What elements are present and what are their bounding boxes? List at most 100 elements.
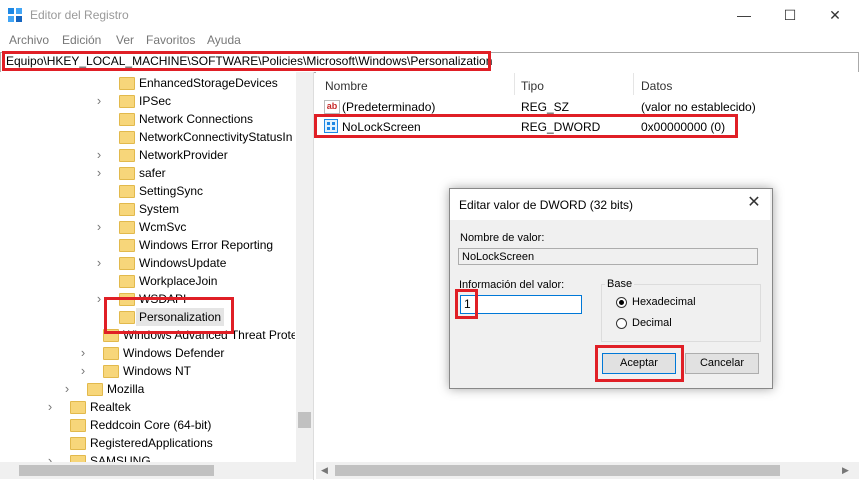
dialog-close-icon[interactable]: ✕ [744,193,764,213]
base-group-box [601,284,761,342]
accept-highlight-box [595,345,684,382]
tree-item-label[interactable]: safer [139,164,166,182]
tree-item-label[interactable]: System [139,200,179,218]
column-separator[interactable] [633,73,634,95]
menu-edicion[interactable]: Edición [62,33,101,47]
tree-item[interactable]: › WcmSvc [0,218,295,236]
chevron-right-icon[interactable]: › [62,380,72,398]
tree-item-label[interactable]: Windows NT [123,362,191,380]
tree-item-label[interactable]: NetworkProvider [139,146,228,164]
column-separator[interactable] [514,73,515,95]
radio-hexadecimal-label[interactable]: Hexadecimal [632,296,696,308]
folder-icon [119,203,135,216]
tree-item[interactable]: › IPSec [0,92,295,110]
folder-icon [119,221,135,234]
tree-item[interactable]: SettingSync [0,182,295,200]
value-type: REG_SZ [521,100,570,114]
column-header-name[interactable]: Nombre [325,79,368,93]
radio-selected-dot [619,300,624,305]
tree-item[interactable]: › safer [0,164,295,182]
chevron-right-icon[interactable]: › [45,398,55,416]
chevron-right-icon[interactable]: › [94,254,104,272]
menu-ver[interactable]: Ver [116,33,134,47]
chevron-right-icon[interactable]: › [78,344,88,362]
folder-icon [87,383,103,396]
tree-item[interactable]: Network Connections [0,110,295,128]
radio-decimal-label[interactable]: Decimal [632,317,672,329]
value-data-highlight-box [455,289,478,319]
tree-item[interactable]: › NetworkProvider [0,146,295,164]
dialog-title: Editar valor de DWORD (32 bits) [459,198,634,212]
scroll-right-arrow-icon[interactable]: ▶ [842,465,849,476]
tree-item-label[interactable]: Reddcoin Core (64-bit) [90,416,211,434]
tree-item[interactable]: RegisteredApplications [0,434,295,452]
tree-selection-highlight-box [104,297,234,334]
menu-ayuda[interactable]: Ayuda [207,33,241,47]
folder-icon [70,401,86,414]
tree-item-label[interactable]: Realtek [90,398,131,416]
tree-item-label[interactable]: NetworkConnectivityStatusIn [139,128,292,146]
tree-vertical-scrollbar[interactable] [296,72,313,462]
folder-icon [119,185,135,198]
menu-favoritos[interactable]: Favoritos [146,33,195,47]
tree-item[interactable]: › Windows Defender [0,344,295,362]
value-name[interactable]: (Predeterminado) [342,100,435,114]
tree-item[interactable]: System [0,200,295,218]
folder-icon [103,347,119,360]
tree-item[interactable]: › Realtek [0,398,295,416]
maximize-button[interactable]: ☐ [767,0,813,31]
value-data: (valor no establecido) [641,100,756,114]
chevron-right-icon[interactable]: › [94,164,104,182]
value-data-input[interactable]: 1 [460,295,582,314]
tree-item-label[interactable]: Windows Defender [123,344,224,362]
tree-item-label[interactable]: Network Connections [139,110,253,128]
chevron-right-icon[interactable]: › [94,218,104,236]
radio-decimal[interactable] [616,318,627,329]
minimize-button[interactable]: — [721,0,767,31]
folder-icon [119,239,135,252]
folder-icon [119,149,135,162]
tree-item-label[interactable]: SettingSync [139,182,203,200]
list-horizontal-scroll-thumb[interactable] [335,465,780,476]
tree-item-label[interactable]: IPSec [139,92,171,110]
chevron-right-icon[interactable]: › [45,452,55,462]
tree-vertical-scroll-thumb[interactable] [298,412,311,428]
column-header-type[interactable]: Tipo [521,79,544,93]
tree-item[interactable]: Reddcoin Core (64-bit) [0,416,295,434]
tree-item-label[interactable]: SAMSUNG [90,452,151,462]
scroll-left-arrow-icon[interactable]: ◀ [321,465,328,476]
window-title: Editor del Registro [30,8,129,22]
folder-icon [119,275,135,288]
tree-item[interactable]: › Mozilla [0,380,295,398]
folder-icon [119,131,135,144]
tree-item-label[interactable]: WorkplaceJoin [139,272,217,290]
column-header-data[interactable]: Datos [641,79,672,93]
tree-item[interactable]: › Windows NT [0,362,295,380]
tree-item[interactable]: › WindowsUpdate [0,254,295,272]
tree-item[interactable]: WorkplaceJoin [0,272,295,290]
folder-icon [103,365,119,378]
tree-item-label[interactable]: WcmSvc [139,218,186,236]
cancel-button[interactable]: Cancelar [685,353,759,374]
close-button[interactable]: ✕ [812,0,858,31]
value-name-field: NoLockScreen [458,248,758,265]
radio-hexadecimal[interactable] [616,297,627,308]
tree-item[interactable]: Windows Error Reporting [0,236,295,254]
tree-item-label[interactable]: EnhancedStorageDevices [139,74,278,92]
tree-item[interactable]: EnhancedStorageDevices [0,74,295,92]
folder-icon [119,167,135,180]
tree-item-label[interactable]: WindowsUpdate [139,254,226,272]
row-highlight-box [314,114,738,138]
registry-app-icon [8,8,22,22]
tree-item[interactable]: › SAMSUNG [0,452,295,462]
menu-archivo[interactable]: Archivo [9,33,49,47]
tree-item-label[interactable]: RegisteredApplications [90,434,213,452]
chevron-right-icon[interactable]: › [94,146,104,164]
tree-item-label[interactable]: Mozilla [107,380,144,398]
tree-horizontal-scroll-thumb[interactable] [19,465,214,476]
tree-item[interactable]: NetworkConnectivityStatusIn [0,128,295,146]
chevron-right-icon[interactable]: › [94,92,104,110]
chevron-right-icon[interactable]: › [94,290,104,308]
chevron-right-icon[interactable]: › [78,362,88,380]
tree-item-label[interactable]: Windows Error Reporting [139,236,273,254]
